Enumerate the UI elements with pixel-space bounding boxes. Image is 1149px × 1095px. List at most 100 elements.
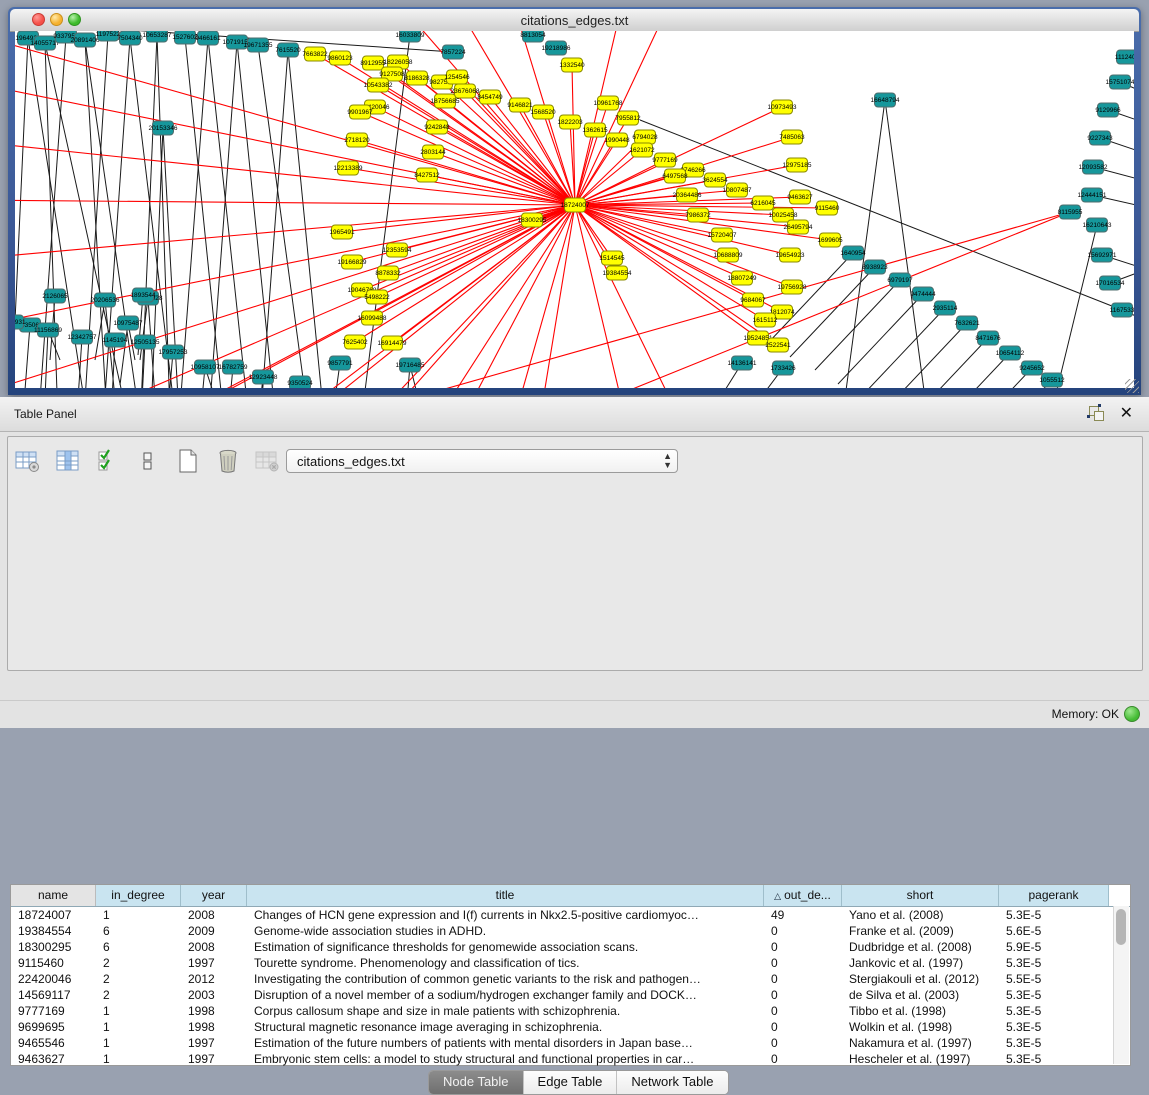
graph-node[interactable]: 15692971 (1088, 248, 1117, 262)
graph-node[interactable]: 19384554 (603, 266, 632, 280)
graph-node[interactable]: 19218986 (542, 41, 571, 55)
graph-node[interactable]: 18756685 (431, 94, 460, 108)
graph-node[interactable]: 14136141 (728, 356, 757, 370)
graph-node[interactable]: 9350524 (287, 376, 313, 388)
clear-selection-icon[interactable] (134, 447, 162, 475)
graph-node[interactable]: 12353594 (383, 243, 412, 257)
graph-node[interactable]: 19166829 (338, 255, 367, 269)
graph-node[interactable]: 7986372 (685, 208, 711, 222)
graph-node[interactable]: 8813054 (520, 31, 546, 42)
graph-node[interactable]: 8454749 (477, 90, 503, 104)
graph-node[interactable]: 12213389 (334, 161, 363, 175)
graph-node[interactable]: 10543382 (364, 78, 393, 92)
graph-node[interactable]: 1990448 (604, 133, 630, 147)
graph-node[interactable]: 12505135 (131, 335, 160, 349)
tab-network-table[interactable]: Network Table (616, 1071, 727, 1094)
graph-node[interactable]: 15720407 (708, 228, 737, 242)
graph-node[interactable]: 10973493 (768, 100, 797, 114)
graph-node[interactable]: 7632621 (954, 316, 980, 330)
graph-node[interactable]: 12342757 (68, 330, 97, 344)
table-row[interactable]: 946362711997Embryonic stem cells: a mode… (11, 1051, 1130, 1067)
resize-grip[interactable] (1125, 379, 1139, 393)
graph-node[interactable]: 16914479 (378, 336, 407, 350)
graph-node[interactable]: 20364486 (673, 188, 702, 202)
graph-node[interactable]: 8115955 (1058, 205, 1083, 219)
graph-node[interactable]: 1332540 (559, 58, 585, 72)
graph-node[interactable]: 7504340 (117, 31, 143, 45)
graph-node[interactable]: 8427512 (414, 168, 440, 182)
table-row[interactable]: 1830029562008Estimation of significance … (11, 939, 1130, 955)
table-row[interactable]: 977716911998Corpus callosum shape and si… (11, 1003, 1130, 1019)
graph-node[interactable]: 1965491 (329, 225, 355, 239)
graph-node[interactable]: 7625402 (342, 335, 368, 349)
graph-node[interactable]: 1699605 (817, 233, 843, 247)
graph-node[interactable]: 20206536 (91, 293, 120, 307)
import-table-icon[interactable] (254, 447, 282, 475)
graph-node[interactable]: 2718120 (344, 133, 370, 147)
graph-node[interactable]: 16648794 (871, 93, 900, 107)
graph-node[interactable]: 1733426 (770, 361, 796, 375)
graph-node[interactable]: 12975185 (783, 158, 812, 172)
memory-status-icon[interactable] (1124, 706, 1140, 722)
graph-node[interactable]: 9242848 (424, 120, 450, 134)
graph-node[interactable]: 7663822 (302, 47, 328, 61)
graph-node[interactable]: 3624554 (702, 173, 728, 187)
graph-node[interactable]: 1514545 (599, 251, 625, 265)
graph-node[interactable]: 7857224 (440, 45, 466, 59)
graph-node[interactable]: 16099488 (358, 311, 387, 325)
graph-node[interactable]: 9857791 (327, 356, 353, 370)
graph-node[interactable]: 2935114 (933, 301, 958, 315)
vertical-scrollbar[interactable] (1113, 906, 1129, 1064)
column-header-name[interactable]: name (11, 885, 96, 906)
graph-node[interactable]: 12444151 (1078, 188, 1107, 202)
graph-node[interactable]: 16210643 (1083, 218, 1112, 232)
graph-node[interactable]: 9474444 (910, 287, 936, 301)
float-window-icon[interactable] (1089, 406, 1105, 421)
graph-node[interactable]: 9115460 (815, 201, 840, 215)
graph-node[interactable]: 12923448 (249, 370, 278, 384)
column-header-pagerank[interactable]: pagerank (999, 885, 1109, 906)
graph-node[interactable]: 9129966 (1095, 103, 1121, 117)
graph-node[interactable]: 9245652 (1019, 361, 1045, 375)
scrollbar-thumb[interactable] (1116, 909, 1126, 945)
graph-node[interactable]: 12093582 (1079, 160, 1108, 174)
graph-node[interactable]: 17957253 (159, 345, 188, 359)
tab-node-table[interactable]: Node Table (429, 1071, 523, 1094)
graph-node[interactable]: 8878332 (375, 266, 401, 280)
table-row[interactable]: 911546021997Tourette syndrome. Phenomeno… (11, 955, 1130, 971)
graph-node[interactable]: 19756928 (778, 280, 807, 294)
column-header-title[interactable]: title (247, 885, 764, 906)
create-table-icon[interactable] (174, 447, 202, 475)
graph-node[interactable]: 7485063 (779, 130, 805, 144)
graph-node[interactable]: 1822203 (557, 115, 583, 129)
graph-node[interactable]: 10807487 (723, 183, 752, 197)
graph-node[interactable]: 1568520 (530, 105, 556, 119)
column-header-in_degree[interactable]: in_degree (96, 885, 181, 906)
graph-node[interactable]: 2803144 (420, 145, 446, 159)
graph-node[interactable]: 1362615 (582, 123, 608, 137)
column-header-out_de...[interactable]: △out_de... (764, 885, 842, 906)
graph-node[interactable]: 10961768 (594, 96, 623, 110)
graph-node[interactable]: 7955812 (615, 111, 641, 125)
table-row[interactable]: 2242004622012Investigating the contribut… (11, 971, 1130, 987)
graph-node[interactable]: 9684067 (740, 293, 766, 307)
graph-node[interactable]: 19671355 (244, 38, 273, 52)
network-window-titlebar[interactable]: citations_edges.txt (10, 9, 1139, 32)
graph-node[interactable]: 10653287 (143, 31, 172, 42)
graph-node[interactable]: 19716485 (396, 358, 425, 372)
graph-node[interactable]: 8938923 (862, 260, 888, 274)
graph-node[interactable]: 8471676 (975, 331, 1001, 345)
graph-node[interactable]: 9777169 (652, 153, 678, 167)
graph-node[interactable]: 10958107 (191, 360, 220, 374)
tab-edge-table[interactable]: Edge Table (523, 1071, 617, 1094)
close-panel-icon[interactable]: ✕ (1120, 403, 1133, 423)
network-canvas[interactable]: 1872400718300295986012389129551822605891… (15, 31, 1134, 388)
graph-node[interactable]: 20153346 (149, 121, 178, 135)
graph-node[interactable]: 9146821 (507, 98, 533, 112)
graph-node[interactable]: 6216045 (750, 196, 776, 210)
graph-node[interactable]: 6794028 (632, 130, 658, 144)
graph-node[interactable]: 1615112 (753, 313, 778, 327)
graph-node[interactable]: 1112406 (1115, 50, 1134, 64)
graph-node[interactable]: 5498222 (364, 290, 390, 304)
graph-node[interactable]: 1145194 (103, 333, 128, 347)
